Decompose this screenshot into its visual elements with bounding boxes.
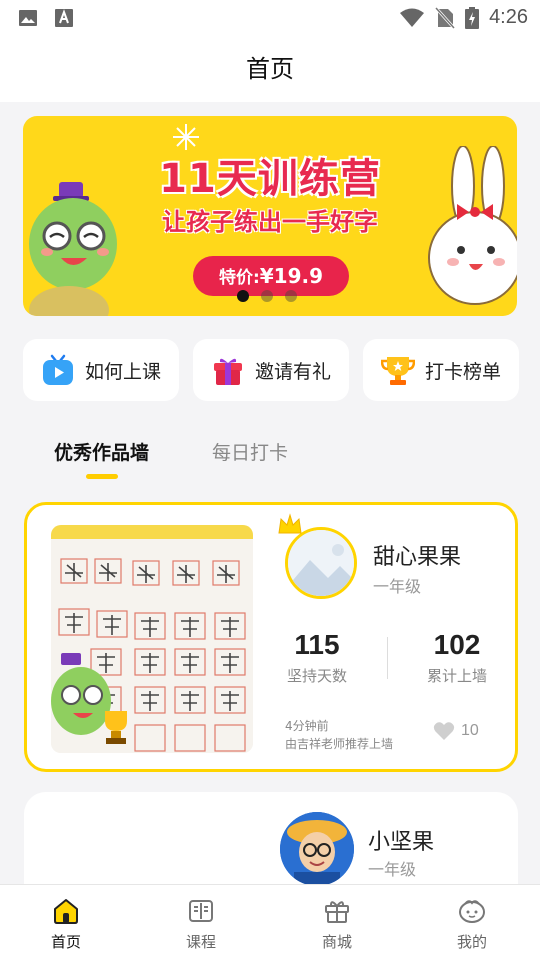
nav-label: 课程 — [185, 933, 216, 951]
student-grade: 一年级 — [368, 860, 417, 879]
nav-label: 首页 — [50, 933, 81, 951]
promo-banner[interactable]: 11天训练营 让孩子练出一手好字 特价:¥19.9 — [23, 116, 517, 316]
price-value: ¥19.9 — [259, 264, 324, 288]
tab-excellent-works[interactable]: 优秀作品墙 — [54, 438, 149, 465]
stat-label: 坚持天数 — [286, 667, 347, 685]
bottom-nav: 首页 课程 商城 我的 — [0, 884, 540, 960]
gift-icon — [214, 358, 242, 385]
post-time: 4分钟前 — [285, 719, 329, 733]
stat-label: 累计上墙 — [426, 667, 487, 685]
active-tab-indicator — [86, 474, 118, 479]
stat-value: 115 — [294, 629, 340, 660]
stat-value: 102 — [433, 629, 481, 660]
like-count: 10 — [461, 722, 479, 739]
stat-persist-days: 115 坚持天数 — [257, 629, 377, 686]
tab-daily-checkin[interactable]: 每日打卡 — [212, 438, 288, 465]
recommend-note: 由吉祥老师推荐上墙 — [285, 737, 394, 751]
top-app-bar: 首页 — [0, 36, 540, 102]
quick-action-label: 打卡榜单 — [425, 360, 502, 383]
heart-icon — [433, 722, 455, 740]
quick-action-leaderboard[interactable]: 打卡榜单 — [363, 339, 519, 401]
stat-total-wall: 102 累计上墙 — [397, 629, 517, 686]
crown-icon — [278, 513, 302, 534]
calligraphy-photo[interactable] — [51, 525, 253, 753]
nav-item-courses[interactable]: 课程 — [161, 897, 241, 952]
quick-action-invite[interactable]: 邀请有礼 — [193, 339, 349, 401]
carousel-dot[interactable] — [237, 290, 249, 302]
nav-label: 我的 — [456, 933, 487, 951]
student-grade: 一年级 — [373, 577, 422, 596]
quick-action-how-to-class[interactable]: 如何上课 — [23, 339, 179, 401]
like-button[interactable]: 10 — [433, 721, 479, 741]
works-tabs: 优秀作品墙 每日打卡 — [0, 434, 540, 484]
carousel-dot[interactable] — [285, 290, 297, 302]
stat-divider — [387, 637, 388, 679]
carousel-indicator — [237, 290, 297, 302]
status-bar: 4:26 — [0, 0, 540, 36]
nav-item-profile[interactable]: 我的 — [432, 897, 512, 952]
page-title: 首页 — [246, 55, 294, 83]
nav-item-shop[interactable]: 商城 — [297, 897, 377, 952]
shop-gift-icon — [325, 901, 349, 923]
no-sim-icon — [435, 6, 456, 29]
trophy-icon — [381, 357, 415, 385]
banner-headline: 11天训练营 — [159, 156, 381, 202]
nav-item-home[interactable]: 首页 — [26, 897, 106, 952]
avatar[interactable] — [280, 812, 354, 886]
quick-action-label: 邀请有礼 — [255, 360, 332, 383]
avatar-image-placeholder — [288, 530, 354, 596]
child-avatar-photo — [280, 812, 354, 886]
price-label: 特价: — [218, 268, 260, 288]
gallery-notification-icon — [19, 10, 37, 26]
work-card[interactable]: 甜心果果 一年级 115 坚持天数 102 累计上墙 4分钟前 由吉祥老师推荐上… — [24, 502, 518, 772]
avatar[interactable] — [278, 513, 359, 599]
battery-charging-icon — [465, 6, 480, 29]
book-icon — [189, 900, 213, 922]
home-icon — [54, 899, 78, 924]
banner-subtitle: 让孩子练出一手好字 — [162, 208, 378, 236]
nav-label: 商城 — [321, 933, 352, 951]
carousel-dot[interactable] — [261, 290, 273, 302]
quick-action-label: 如何上课 — [85, 360, 162, 383]
profile-icon — [459, 900, 485, 923]
status-time: 4:26 — [489, 6, 528, 28]
student-name: 小坚果 — [368, 830, 435, 855]
tv-play-icon — [43, 354, 73, 385]
wifi-icon — [400, 8, 425, 27]
student-name: 甜心果果 — [373, 545, 462, 570]
font-notification-icon — [55, 9, 73, 27]
